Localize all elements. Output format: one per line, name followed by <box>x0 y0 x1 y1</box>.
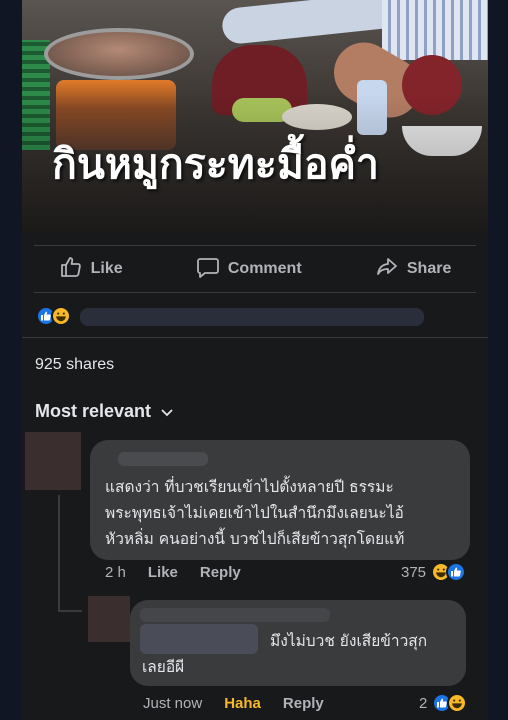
comment-button[interactable]: Comment <box>196 255 302 284</box>
reactions-summary[interactable] <box>36 306 71 326</box>
haha-reaction-icon <box>51 306 71 326</box>
comment-bubble-icon <box>196 255 220 284</box>
reaction-names-redacted <box>80 308 424 326</box>
reply-reactions[interactable]: 2 <box>419 693 468 713</box>
chevron-down-icon <box>161 401 173 422</box>
haha-reaction-icon <box>447 693 468 713</box>
reply-text: มึงไม่บวช ยังเสียข้าวสุก เลยอีผี <box>142 632 428 676</box>
comment-filter-dropdown[interactable]: Most relevant <box>35 401 173 422</box>
reply-reply-button[interactable]: Reply <box>283 695 324 712</box>
like-button[interactable]: Like <box>59 255 123 284</box>
share-button-label: Share <box>406 260 452 277</box>
image-headline: กินหมูกระทะมื้อค่ำ <box>52 140 379 188</box>
comment-filter-label: Most relevant <box>35 401 152 421</box>
image-shade <box>22 0 488 233</box>
reaction-count: 2 <box>419 694 428 712</box>
divider <box>22 337 488 338</box>
post-image[interactable]: กินหมูกระทะมื้อค่ำ <box>22 0 488 233</box>
reaction-count: 375 <box>401 563 427 581</box>
commenter-name-redacted[interactable] <box>118 452 208 466</box>
comment-button-label: Comment <box>227 260 302 277</box>
reply-meta: Just now Haha Reply <box>143 695 324 712</box>
divider <box>34 292 476 293</box>
share-arrow-icon <box>375 255 399 284</box>
avatar[interactable] <box>25 432 81 490</box>
share-button[interactable]: Share <box>375 255 451 284</box>
like-reaction-icon <box>446 562 467 582</box>
post-frame: กินหมูกระทะมื้อค่ำ Like Comment Share 92… <box>22 0 488 720</box>
reply-haha-button[interactable]: Haha <box>224 695 261 712</box>
comment-like-button[interactable]: Like <box>148 564 178 581</box>
commenter-name-redacted[interactable] <box>140 608 330 622</box>
reply-connector <box>58 610 82 612</box>
comment-meta: 2 h Like Reply <box>105 564 241 581</box>
avatar[interactable] <box>88 596 130 642</box>
comment-reply-button[interactable]: Reply <box>200 564 241 581</box>
like-button-label: Like <box>90 260 123 277</box>
thumbs-up-icon <box>59 255 83 284</box>
reply-timestamp[interactable]: Just now <box>143 695 202 712</box>
comment-reactions[interactable]: 375 <box>401 562 467 582</box>
comment-text: แสดงว่า ที่บวชเรียนเข้าไปตั้งหลายปี ธรรม… <box>105 478 405 548</box>
thread-line <box>58 495 60 610</box>
action-bar: Like Comment Share <box>22 247 488 291</box>
shares-count[interactable]: 925 shares <box>35 356 114 374</box>
divider <box>34 245 476 246</box>
comment-timestamp[interactable]: 2 h <box>105 564 126 581</box>
